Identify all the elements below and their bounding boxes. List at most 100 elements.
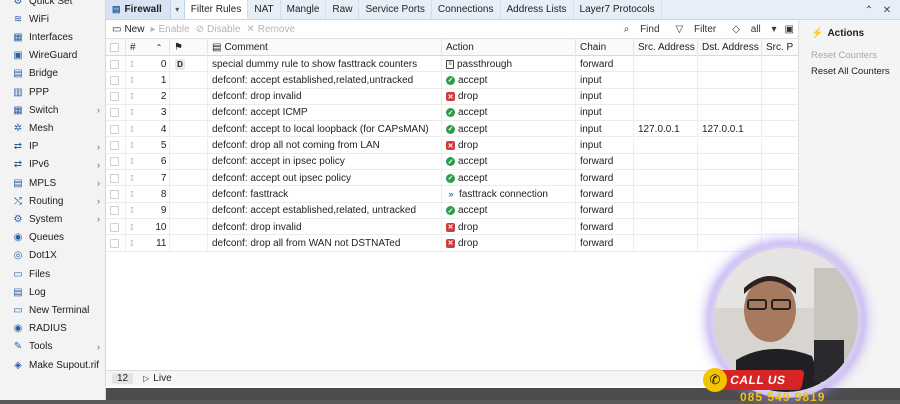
new-button[interactable]: ▭ New <box>112 24 144 35</box>
row-checkbox[interactable] <box>110 238 119 248</box>
table-row[interactable]: ⁞⁞ 7 defconf: accept out ipsec policy ✓ acce… <box>106 170 798 187</box>
row-checkbox[interactable] <box>110 59 119 69</box>
column-chain[interactable]: Chain <box>576 39 634 56</box>
enable-button[interactable]: ▸ Enable <box>150 24 189 35</box>
drag-handle-icon[interactable]: ⁞⁞ <box>130 223 134 232</box>
collapse-icon[interactable]: ⌃ <box>862 3 876 17</box>
table-row[interactable]: ⁞⁞ 5 defconf: drop all not coming from LAN… <box>106 137 798 154</box>
table-row[interactable]: ⁞⁞ 10 defconf: drop invalid ✕ drop forward <box>106 219 798 236</box>
live-toggle[interactable]: ▷ Live <box>143 373 172 384</box>
table-row[interactable]: ⁞⁞ 3 defconf: accept ICMP ✓ accept input <box>106 104 798 122</box>
sidebar-item-switch[interactable]: ▦ Switch › <box>0 101 106 119</box>
sidebar-item-radius[interactable]: ◉ RADIUS <box>0 320 106 338</box>
remove-button[interactable]: ✕ Remove <box>246 24 295 35</box>
drag-handle-icon[interactable]: ⁞⁞ <box>130 174 134 183</box>
sidebar-item-interfaces[interactable]: ▦ Interfaces <box>0 28 106 46</box>
row-checkbox[interactable] <box>110 173 119 183</box>
sidebar-item-quick-set[interactable]: ⚙ Quick Set <box>0 0 106 10</box>
column-action[interactable]: Action <box>442 39 576 56</box>
row-dst-address <box>698 186 762 203</box>
sidebar-item-queues[interactable]: ◉ Queues <box>0 229 106 247</box>
table-row[interactable]: ⁞⁞ 0 Dspecial dummy rule to show fasttrack… <box>106 56 798 73</box>
column-dst-address[interactable]: Dst. Address <box>698 39 762 56</box>
row-checkbox[interactable] <box>110 222 119 232</box>
row-checkbox[interactable] <box>110 108 119 118</box>
tab-address-lists[interactable]: Address Lists <box>501 0 574 19</box>
drag-handle-icon[interactable]: ⁞⁞ <box>130 239 134 248</box>
drag-handle-icon[interactable]: ⁞⁞ <box>130 141 134 150</box>
row-comment: defconf: accept ICMP <box>208 104 442 121</box>
chevron-down-icon[interactable]: ▾ <box>171 0 185 19</box>
sidebar-item-dot1x[interactable]: ◎ Dot1X <box>0 247 106 265</box>
sidebar-item-log[interactable]: ▤ Log <box>0 283 106 301</box>
accept-icon: ✓ <box>446 124 455 134</box>
sidebar-item-mesh[interactable]: ✲ Mesh <box>0 119 106 137</box>
sidebar-item-new-terminal[interactable]: ▭ New Terminal <box>0 301 106 319</box>
drag-handle-icon[interactable]: ⁞⁞ <box>130 190 134 199</box>
tab-raw[interactable]: Raw <box>326 0 360 19</box>
sidebar-item-ipv6[interactable]: ⇄ IPv6 › <box>0 156 106 174</box>
row-checkbox[interactable] <box>110 141 119 150</box>
column-src-port[interactable]: Src. P <box>762 39 798 56</box>
reset-all-counters-button[interactable]: Reset All Counters <box>811 66 890 77</box>
column-flags[interactable]: ⚑ <box>170 39 208 56</box>
close-icon[interactable]: ✕ <box>880 3 894 17</box>
find-button[interactable]: ⌕ Find <box>616 24 660 35</box>
sidebar-item-tools[interactable]: ✎ Tools › <box>0 338 106 356</box>
sidebar-item-ip[interactable]: ⇄ IP › <box>0 138 106 156</box>
sidebar-item-label: Switch <box>29 104 59 116</box>
row-checkbox[interactable] <box>110 189 119 199</box>
column-comment[interactable]: ▤ Comment <box>208 39 442 56</box>
row-checkbox[interactable] <box>110 124 119 134</box>
sidebar-item-files[interactable]: ▭ Files <box>0 265 106 283</box>
tab-filter-rules[interactable]: Filter Rules <box>184 0 249 19</box>
comment-icon: ▤ <box>212 42 222 53</box>
sidebar-item-wifi[interactable]: ≋ WiFi <box>0 10 106 28</box>
disable-button[interactable]: ⊘ Disable <box>196 24 241 35</box>
tab-layer7-protocols[interactable]: Layer7 Protocols <box>574 0 662 19</box>
tab-connections[interactable]: Connections <box>432 0 501 19</box>
filter-button[interactable]: ▽ Filter <box>668 24 717 35</box>
drag-handle-icon[interactable]: ⁞⁞ <box>130 206 134 215</box>
tab-mangle[interactable]: Mangle <box>281 0 327 19</box>
checkbox[interactable] <box>110 43 119 52</box>
panel-toggle-icon[interactable]: ▣ <box>785 24 794 35</box>
table-row[interactable]: ⁞⁞ 6 defconf: accept in ipsec policy ✓ accep… <box>106 153 798 171</box>
tab-nat[interactable]: NAT <box>248 0 281 19</box>
row-checkbox[interactable] <box>110 92 119 102</box>
tab-service-ports[interactable]: Service Ports <box>359 0 432 19</box>
sidebar-item-label: Make Supout.rif <box>29 359 100 371</box>
sidebar-item-mpls[interactable]: ▤ MPLS › <box>0 174 106 192</box>
drag-handle-icon[interactable]: ⁞⁞ <box>130 60 134 69</box>
select-all-checkbox[interactable] <box>106 39 126 56</box>
row-action: drop <box>458 140 479 151</box>
drag-handle-icon[interactable]: ⁞⁞ <box>130 76 134 85</box>
reset-counters-button[interactable]: Reset Counters <box>811 50 877 61</box>
row-number-cell: ⁞⁞ 8 <box>126 186 170 203</box>
drag-handle-icon[interactable]: ⁞⁞ <box>130 108 134 117</box>
firewall-menu[interactable]: ▤ Firewall <box>106 0 171 19</box>
row-checkbox[interactable] <box>110 157 119 167</box>
sidebar-item-routing[interactable]: ⤭ Routing › <box>0 192 106 210</box>
sidebar-item-wireguard[interactable]: ▣ WireGuard <box>0 47 106 65</box>
sidebar-item-ppp[interactable]: ▥ PPP <box>0 83 106 101</box>
table-row[interactable]: ⁞⁞ 1 defconf: accept established,related,u… <box>106 72 798 89</box>
column-number[interactable]: # ⌃ <box>126 39 170 56</box>
row-select-cell <box>106 170 126 187</box>
sidebar-item-make-supout-rif[interactable]: ◈ Make Supout.rif <box>0 356 106 374</box>
sidebar-item-bridge[interactable]: ▤ Bridge <box>0 65 106 83</box>
table-row[interactable]: ⁞⁞ 9 defconf: accept established,related, … <box>106 202 798 219</box>
filter-select[interactable]: ◇ all ▾ <box>724 24 776 35</box>
table-row[interactable]: ⁞⁞ 11 defconf: drop all from WAN not DSTNA… <box>106 235 798 252</box>
row-checkbox[interactable] <box>110 75 119 85</box>
chevron-right-icon: › <box>97 178 100 188</box>
drag-handle-icon[interactable]: ⁞⁞ <box>130 92 134 101</box>
row-checkbox[interactable] <box>110 206 119 216</box>
table-row[interactable]: ⁞⁞ 4 defconf: accept to local loopback (fo… <box>106 121 798 138</box>
table-row[interactable]: ⁞⁞ 2 defconf: drop invalid ✕ drop input <box>106 88 798 105</box>
sidebar-item-system[interactable]: ⚙ System › <box>0 210 106 228</box>
drag-handle-icon[interactable]: ⁞⁞ <box>130 157 134 166</box>
drag-handle-icon[interactable]: ⁞⁞ <box>130 125 134 134</box>
table-row[interactable]: ⁞⁞ 8 defconf: fasttrack » fasttrack connecti… <box>106 186 798 203</box>
column-src-address[interactable]: Src. Address <box>634 39 698 56</box>
